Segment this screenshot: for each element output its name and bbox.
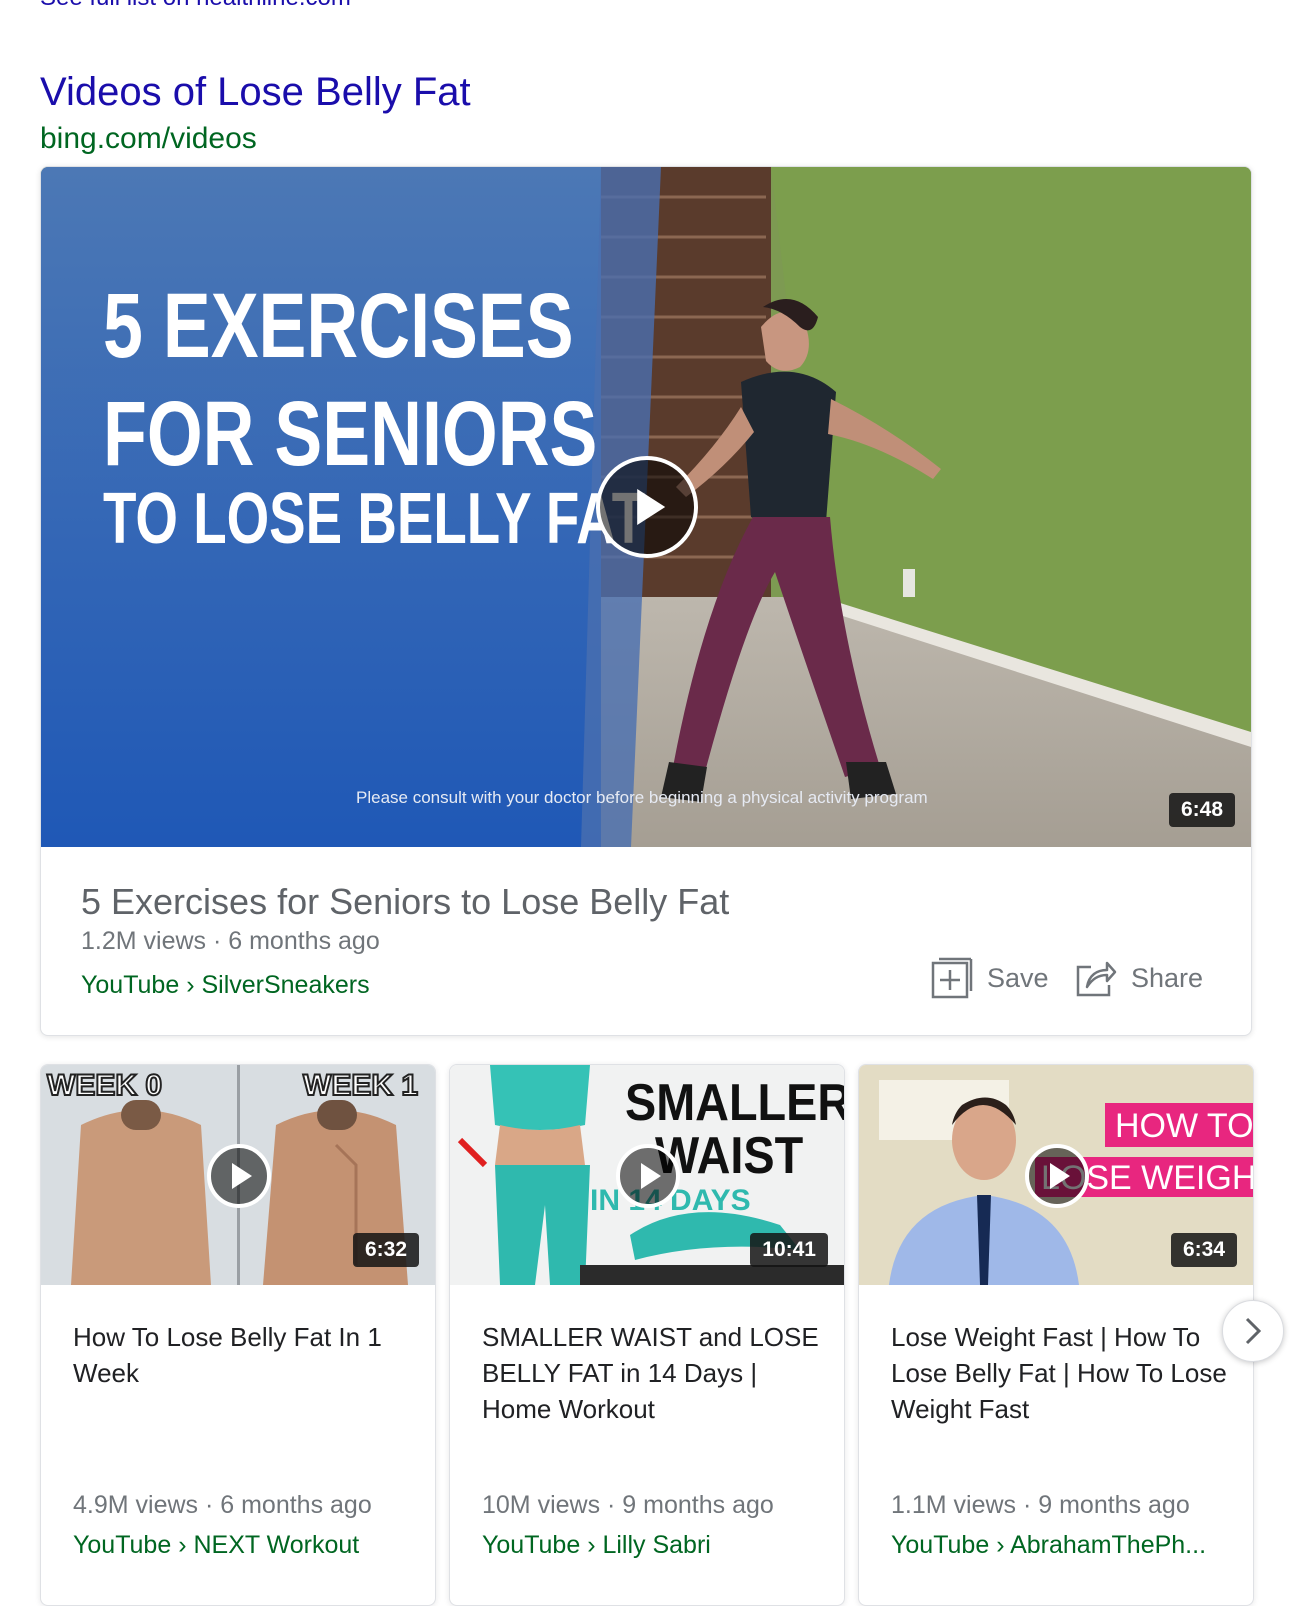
video-3-source[interactable]: YouTube › AbrahamThePh... (891, 1531, 1236, 1560)
video-2-meta: 10M views · 9 months ago (482, 1491, 774, 1519)
video-1-thumbnail[interactable]: WEEK 0 WEEK 1 6:32 (41, 1065, 435, 1285)
video-2-title[interactable]: SMALLER WAIST and LOSE BELLY FAT in 14 D… (482, 1319, 822, 1427)
share-icon (1076, 961, 1117, 997)
video-3-play-icon[interactable] (1025, 1144, 1089, 1208)
featured-video-thumbnail[interactable]: 5 EXERCISES FOR SENIORS TO LOSE BELLY FA… (41, 167, 1251, 847)
video-card-2[interactable]: SMALLER WAIST IN 14 DAYS 10:41 SMALLER W… (449, 1064, 845, 1606)
video-1-play-icon[interactable] (207, 1144, 271, 1208)
video-1-thumb-label-1: WEEK 0 (47, 1069, 162, 1102)
featured-thumb-line-3: TO LOSE BELLY FAT (103, 478, 645, 559)
video-2-thumb-label-1: SMALLER (625, 1074, 844, 1132)
save-button[interactable]: Save (931, 957, 1049, 999)
save-icon (931, 957, 973, 999)
video-1-thumb-label-2: WEEK 1 (303, 1069, 418, 1102)
video-card-3[interactable]: HOW TO LOSE WEIGHT 6:34 Lose Weight Fast… (858, 1064, 1254, 1606)
videos-section-source: bing.com/videos (40, 122, 257, 155)
videos-section-title[interactable]: Videos of Lose Belly Fat (40, 70, 471, 115)
featured-duration-badge: 6:48 (1168, 793, 1235, 827)
video-card-1[interactable]: WEEK 0 WEEK 1 6:32 How To Lose Belly Fat… (40, 1064, 436, 1606)
video-3-thumb-label-1: HOW TO (1115, 1107, 1253, 1145)
video-2-source[interactable]: YouTube › Lilly Sabri (482, 1531, 827, 1560)
video-2-play-icon[interactable] (616, 1144, 680, 1208)
chevron-right-icon (1245, 1317, 1262, 1345)
featured-thumb-line-1: 5 EXERCISES (103, 274, 574, 377)
featured-thumb-disclaimer: Please consult with your doctor before b… (356, 788, 928, 807)
featured-video-card[interactable]: 5 EXERCISES FOR SENIORS TO LOSE BELLY FA… (40, 166, 1252, 1036)
video-2-thumbnail[interactable]: SMALLER WAIST IN 14 DAYS 10:41 (450, 1065, 844, 1285)
featured-video-source[interactable]: YouTube › SilverSneakers (81, 971, 370, 1000)
save-label: Save (987, 962, 1049, 993)
video-1-title[interactable]: How To Lose Belly Fat In 1 Week (73, 1319, 413, 1391)
video-3-meta: 1.1M views · 9 months ago (891, 1491, 1190, 1519)
video-1-source[interactable]: YouTube › NEXT Workout (73, 1531, 418, 1560)
share-button[interactable]: Share (1075, 957, 1203, 999)
featured-thumb-line-2: FOR SENIORS (103, 382, 597, 485)
carousel-next-button[interactable] (1222, 1300, 1284, 1362)
featured-video-meta: 1.2M views · 6 months ago (81, 927, 380, 955)
video-3-duration-badge: 6:34 (1170, 1233, 1237, 1267)
featured-play-icon[interactable] (596, 456, 698, 558)
video-3-title[interactable]: Lose Weight Fast | How To Lose Belly Fat… (891, 1319, 1231, 1427)
video-1-duration-badge: 6:32 (352, 1233, 419, 1267)
healthline-list-link[interactable]: See full list on healthline.com (40, 0, 351, 12)
video-1-meta: 4.9M views · 6 months ago (73, 1491, 372, 1519)
video-2-duration-badge: 10:41 (750, 1233, 828, 1267)
share-label: Share (1131, 962, 1204, 993)
video-3-thumbnail[interactable]: HOW TO LOSE WEIGHT 6:34 (859, 1065, 1253, 1285)
featured-video-title[interactable]: 5 Exercises for Seniors to Lose Belly Fa… (81, 881, 729, 923)
